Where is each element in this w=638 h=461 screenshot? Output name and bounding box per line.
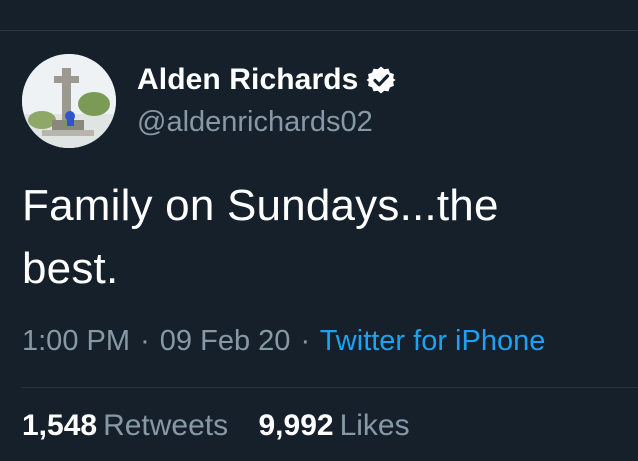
stats-divider — [22, 387, 638, 388]
verified-badge-icon — [366, 65, 396, 95]
tweet-meta: 1:00 PM · 09 Feb 20 · Twitter for iPhone — [22, 325, 638, 358]
name-row: Alden Richards — [137, 60, 396, 100]
tweet-time[interactable]: 1:00 PM — [22, 325, 130, 357]
tweet-date[interactable]: 09 Feb 20 — [160, 325, 291, 357]
avatar[interactable] — [22, 54, 116, 148]
retweets-count: 1,548 — [22, 409, 98, 442]
profile-photo-image — [22, 54, 116, 148]
retweets-label: Retweets — [103, 409, 229, 442]
likes-label: Likes — [339, 409, 410, 442]
tweet-source-link[interactable]: Twitter for iPhone — [320, 325, 546, 357]
tweet-text-line: Family on Sundays...the — [22, 181, 499, 230]
meta-separator: · — [300, 325, 311, 357]
tweet-stats: 1,548 Retweets 9,992 Likes — [22, 409, 410, 443]
likes-stat[interactable]: 9,992 Likes — [258, 409, 409, 442]
author-block[interactable]: Alden Richards @aldenrichards02 — [137, 60, 396, 139]
tweet-text: Family on Sundays...the best. — [22, 174, 622, 300]
tweet-detail: Alden Richards @aldenrichards02 Family o… — [0, 31, 638, 461]
display-name[interactable]: Alden Richards — [137, 63, 358, 97]
username-handle[interactable]: @aldenrichards02 — [137, 106, 396, 139]
meta-separator: · — [140, 325, 150, 357]
tweet-text-line: best. — [22, 244, 119, 293]
likes-count: 9,992 — [258, 409, 334, 442]
retweets-stat[interactable]: 1,548 Retweets — [22, 409, 236, 442]
